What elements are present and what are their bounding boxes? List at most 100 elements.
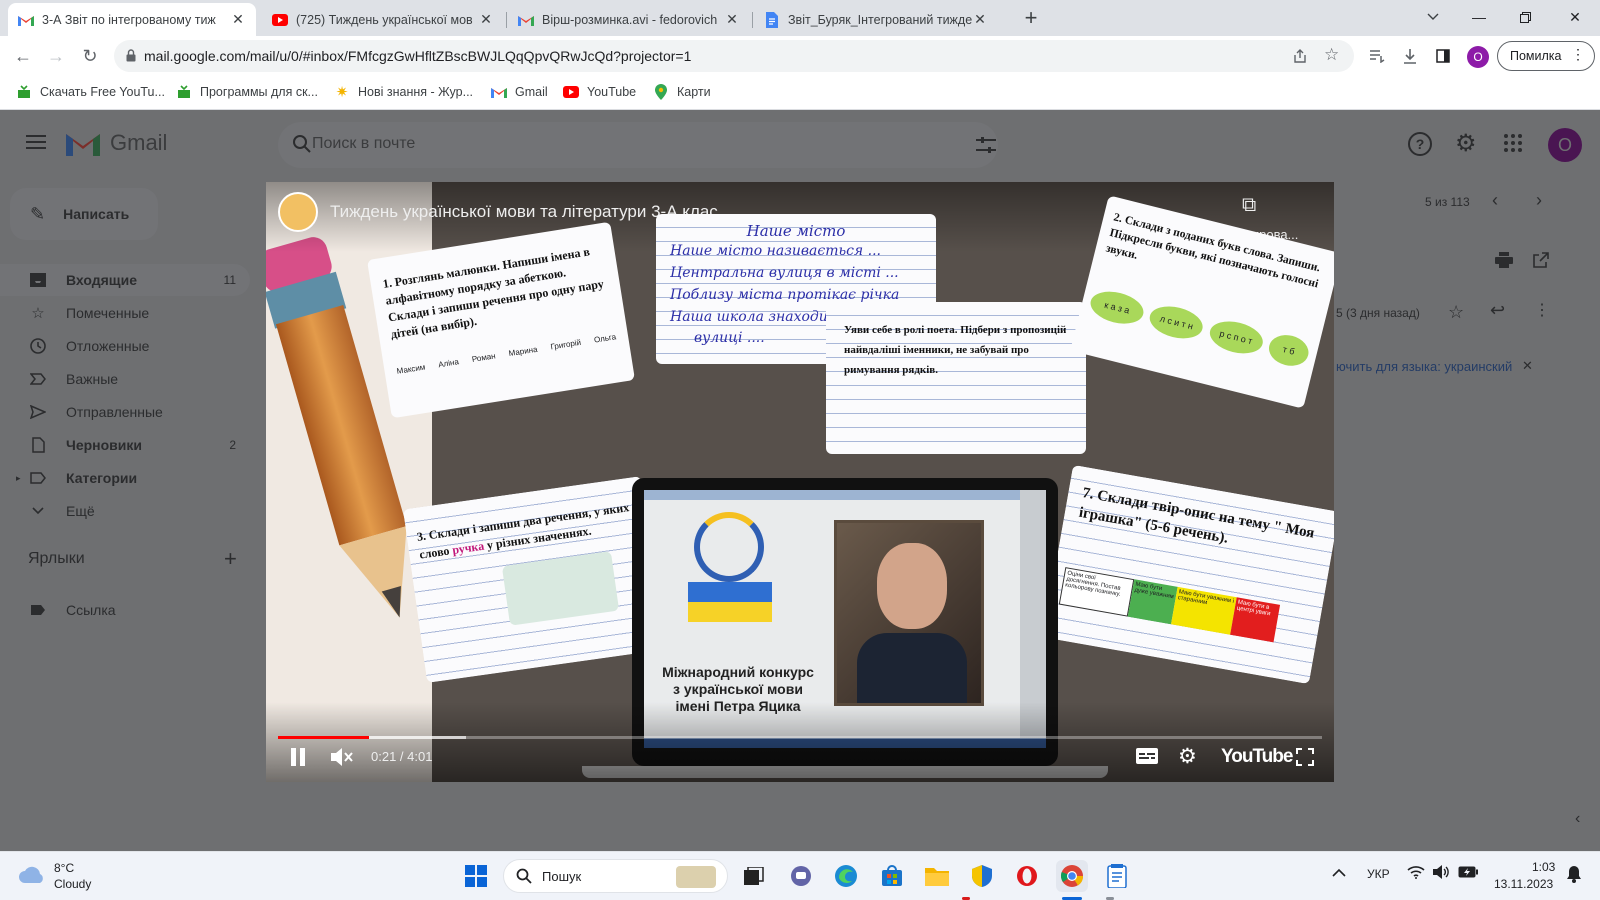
side-panel-toggle-icon[interactable]: ‹ xyxy=(1575,810,1580,828)
task-view-button[interactable] xyxy=(738,860,770,892)
print-icon[interactable] xyxy=(1495,252,1513,271)
reply-icon[interactable]: ↩ xyxy=(1490,300,1505,321)
search-options-icon[interactable] xyxy=(976,136,996,157)
close-translate-icon[interactable]: ✕ xyxy=(1522,358,1533,374)
star-email-icon[interactable]: ☆ xyxy=(1448,302,1464,323)
bookmark-item[interactable]: Gmail xyxy=(491,84,548,100)
show-hidden-icons-button[interactable] xyxy=(1332,866,1346,881)
file-explorer-button[interactable] xyxy=(921,860,953,892)
start-button[interactable] xyxy=(460,860,492,892)
bookmark-item[interactable]: ✷ Нові знання - Жур... xyxy=(334,84,473,101)
tab-youtube-video[interactable]: (725) Тиждень української мов ✕ xyxy=(262,3,504,36)
label-name: Ссылка xyxy=(66,602,116,618)
edge-button[interactable] xyxy=(830,860,862,892)
wifi-icon[interactable] xyxy=(1407,865,1425,882)
docs-icon xyxy=(764,11,780,28)
close-tab-icon[interactable]: ✕ xyxy=(972,11,988,28)
profile-avatar[interactable]: О xyxy=(1467,46,1489,68)
nav-categories[interactable]: ▸ Категории xyxy=(0,462,250,494)
reading-list-icon[interactable] xyxy=(1361,40,1393,72)
downloads-icon[interactable] xyxy=(1394,40,1426,72)
label-item[interactable]: Ссылка xyxy=(0,594,250,626)
gmail-logo[interactable]: Gmail xyxy=(66,130,167,156)
bookmark-star-icon[interactable]: ☆ xyxy=(1324,45,1339,65)
bookmark-item[interactable]: YouTube xyxy=(563,84,636,100)
taskbar-search[interactable]: Пошук xyxy=(503,859,728,893)
copy-link-icon[interactable]: ⧉ xyxy=(1242,194,1256,217)
chrome-button[interactable] xyxy=(1056,860,1088,892)
expand-arrow-icon[interactable]: ▸ xyxy=(16,473,21,484)
keyboard-language[interactable]: УКР xyxy=(1367,867,1390,881)
side-panel-icon[interactable] xyxy=(1427,40,1459,72)
bookmark-label: Скачать Free YouTu... xyxy=(40,85,165,99)
nav-more[interactable]: Ещё xyxy=(0,495,250,527)
nav-starred[interactable]: ☆ Помеченные xyxy=(0,297,250,329)
nav-drafts[interactable]: Черновики 2 xyxy=(0,429,250,461)
opera-button[interactable] xyxy=(1011,860,1043,892)
settings-gear-icon[interactable]: ⚙ xyxy=(1455,129,1477,158)
clock-time[interactable]: 1:03 xyxy=(1532,860,1555,874)
store-button[interactable] xyxy=(876,860,908,892)
close-window-button[interactable]: ✕ xyxy=(1552,0,1598,34)
channel-avatar[interactable] xyxy=(278,192,318,232)
maps-pin-icon xyxy=(653,84,669,100)
restore-button[interactable] xyxy=(1502,0,1548,34)
nav-snoozed[interactable]: Отложенные xyxy=(0,330,250,362)
tab-gmail-report[interactable]: 3-А Звіт по інтегрованому тиж ✕ xyxy=(8,3,256,36)
close-tab-icon[interactable]: ✕ xyxy=(478,11,494,28)
volume-icon[interactable] xyxy=(1432,864,1450,883)
leaf-word: р с п о т xyxy=(1206,316,1266,359)
mute-button[interactable] xyxy=(330,746,354,771)
bookmark-item[interactable]: Карти xyxy=(653,84,711,100)
bookmark-label: YouTube xyxy=(587,85,637,99)
prev-page-icon[interactable]: ‹ xyxy=(1492,190,1498,211)
bookmark-item[interactable]: Программы для ск... xyxy=(176,84,318,100)
nav-sent[interactable]: Отправленные xyxy=(0,396,250,428)
notepad-button[interactable] xyxy=(1101,860,1133,892)
account-avatar[interactable]: О xyxy=(1548,128,1582,162)
open-new-window-icon[interactable] xyxy=(1533,252,1549,271)
cloudy-weather-icon[interactable] xyxy=(18,865,46,888)
notifications-icon[interactable] xyxy=(1566,865,1582,886)
nav-important[interactable]: Важные xyxy=(0,363,250,395)
lock-icon[interactable] xyxy=(126,49,136,65)
youtube-logo[interactable]: YouTube xyxy=(1221,746,1293,768)
fullscreen-button[interactable] xyxy=(1296,748,1314,769)
pause-button[interactable] xyxy=(290,748,306,769)
tab-search-button[interactable] xyxy=(1410,0,1456,34)
weather-condition: Cloudy xyxy=(54,877,92,891)
security-button[interactable] xyxy=(966,860,998,892)
next-page-icon[interactable]: › xyxy=(1536,190,1542,211)
teams-chat-button[interactable] xyxy=(785,860,817,892)
tab-gmail-poem[interactable]: Вірш-розминка.avi - fedorovich ✕ xyxy=(508,3,750,36)
help-icon[interactable]: ? xyxy=(1408,132,1432,156)
address-bar[interactable]: mail.google.com/mail/u/0/#inbox/FMfcgzGw… xyxy=(114,40,1354,72)
main-menu-icon[interactable] xyxy=(26,134,48,152)
share-icon[interactable] xyxy=(1292,48,1308,67)
pause-icon xyxy=(291,748,305,766)
mail-search-box[interactable]: Поиск в почте xyxy=(278,122,998,168)
more-options-icon[interactable]: ⋮ xyxy=(1534,300,1550,320)
tab-docs-report[interactable]: Звіт_Буряк_Інтегрований тижде ✕ xyxy=(754,3,998,36)
apps-grid-icon[interactable] xyxy=(1504,134,1522,155)
close-tab-icon[interactable]: ✕ xyxy=(230,11,246,28)
new-tab-button[interactable]: + xyxy=(1017,4,1045,32)
battery-charging-icon[interactable] xyxy=(1458,866,1478,881)
clock-date[interactable]: 13.11.2023 xyxy=(1494,877,1553,891)
bookmark-item[interactable]: Скачать Free YouTu... xyxy=(16,84,165,100)
forward-button[interactable]: → xyxy=(40,40,72,72)
close-tab-icon[interactable]: ✕ xyxy=(724,11,740,28)
minimize-button[interactable]: — xyxy=(1456,0,1502,34)
translate-toggle[interactable]: ючить для языка: украинский xyxy=(1336,359,1512,374)
compose-button[interactable]: ✎ Написать xyxy=(10,188,158,240)
video-player[interactable]: Тиждень української мови та літератури 3… xyxy=(266,182,1334,782)
error-button[interactable]: Помилка ⋮ xyxy=(1497,41,1595,71)
reload-button[interactable]: ↻ xyxy=(74,40,106,72)
back-button[interactable]: ← xyxy=(7,40,39,72)
settings-gear-icon[interactable]: ⚙ xyxy=(1178,744,1197,769)
leaf-word: л с и т н xyxy=(1146,301,1207,344)
subtitles-button[interactable] xyxy=(1136,748,1158,767)
add-label-button[interactable]: + xyxy=(224,546,237,572)
nav-inbox[interactable]: Входящие 11 xyxy=(0,264,250,296)
progress-bar[interactable] xyxy=(278,736,1322,739)
